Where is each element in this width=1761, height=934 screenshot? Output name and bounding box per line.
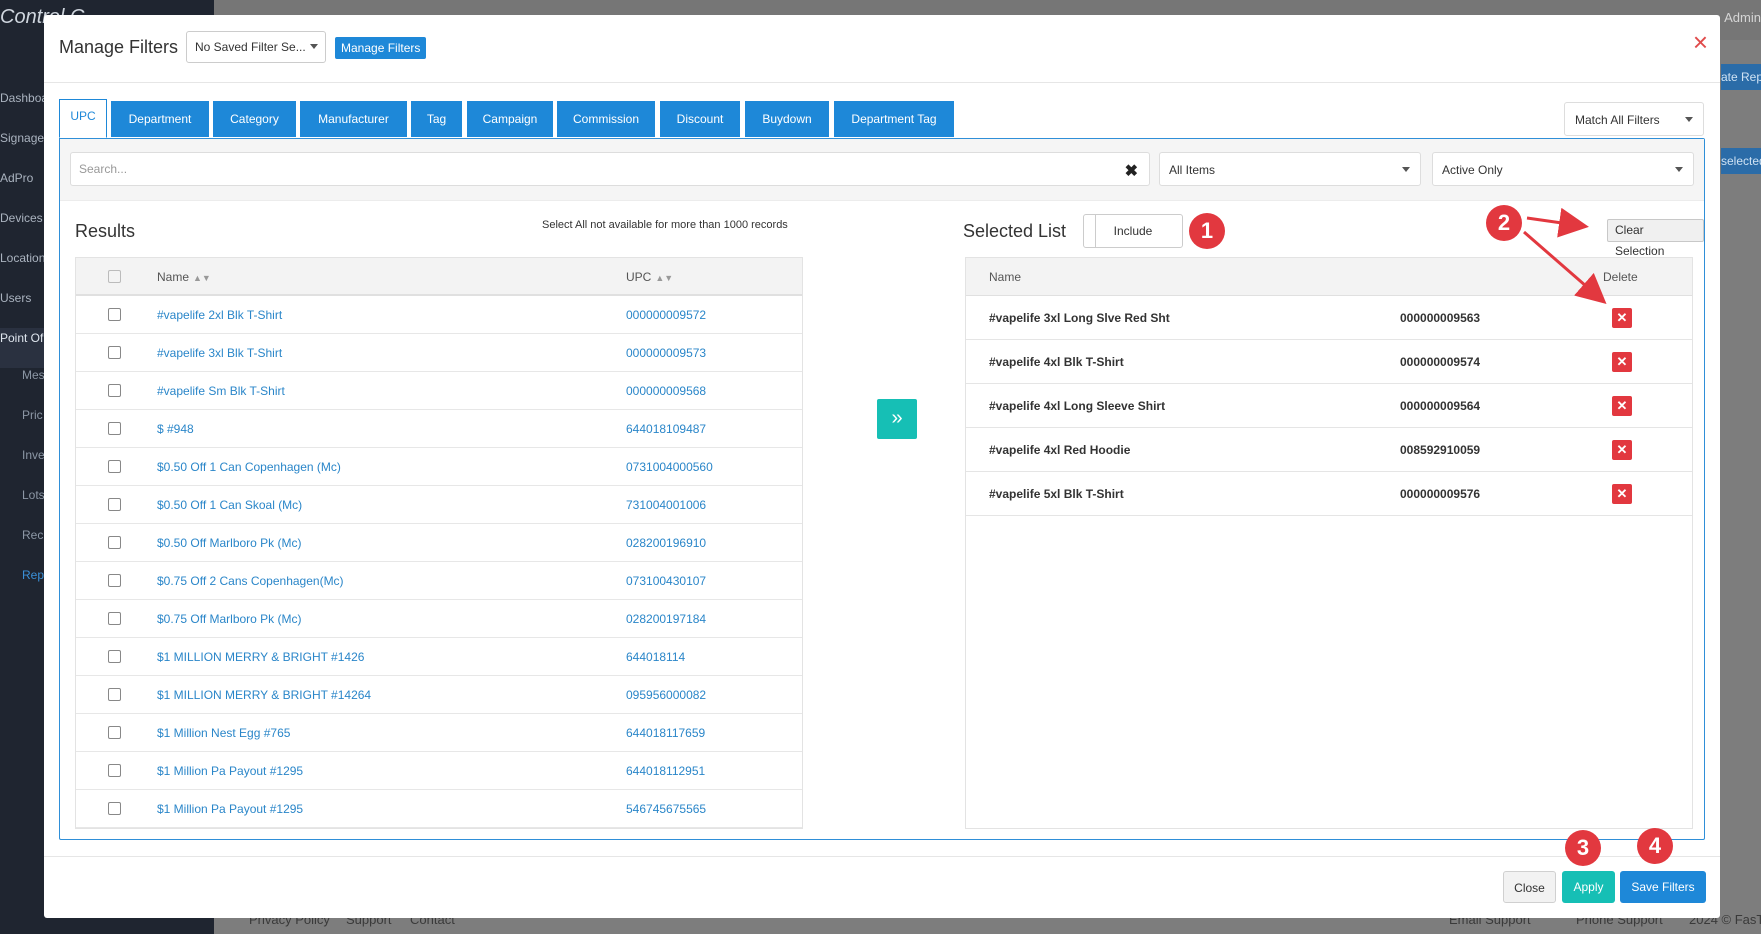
tab-upc[interactable]: UPC [59, 99, 107, 138]
arrow-to-clear-selection [1526, 207, 1589, 238]
annotation-badge: 1 [1189, 213, 1225, 249]
annotation-badge: 2 [1486, 205, 1522, 241]
arrow-to-delete [1523, 230, 1607, 304]
annotation-badge: 3 [1565, 830, 1601, 866]
annotation-arrows [1523, 207, 1607, 304]
annotation-badge: 4 [1637, 828, 1673, 864]
